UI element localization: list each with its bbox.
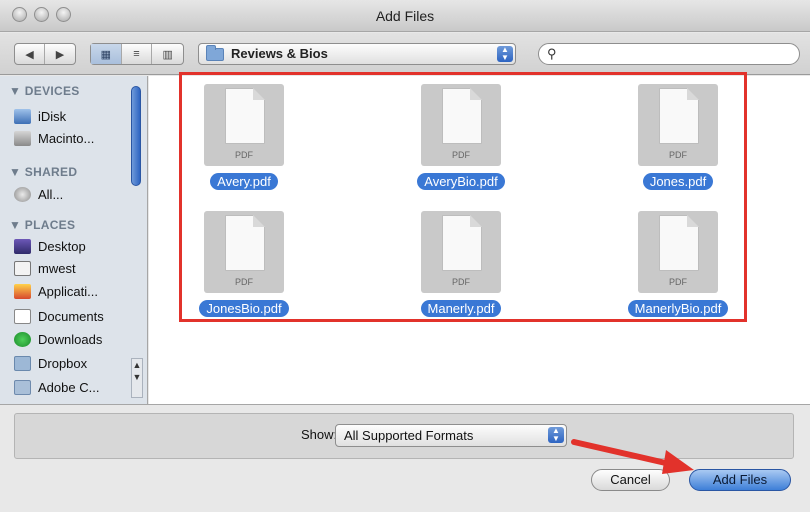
sidebar-section-shared[interactable]: ▼ SHARED (9, 165, 77, 179)
sidebar-item-idisk[interactable]: iDisk (14, 106, 66, 126)
search-icon: ⚲ (547, 46, 557, 61)
sidebar-item-label: Adobe C... (38, 379, 100, 395)
window-title: Add Files (375, 8, 435, 24)
navigation-buttons: ◀ ▶ (14, 43, 76, 65)
location-popup[interactable]: Reviews & Bios ▲ ▼ (198, 43, 516, 65)
sidebar-item-label: Dropbox (38, 355, 88, 371)
sidebar-item-dropbox[interactable]: Dropbox (14, 353, 87, 373)
sidebar-item-label: Documents (38, 308, 104, 324)
shared-network-icon (14, 186, 31, 202)
sidebar-item-label: Applicati... (38, 283, 98, 299)
applications-icon (14, 283, 31, 299)
icon-view-button[interactable]: ▦ (91, 44, 122, 64)
format-popup[interactable]: All Supported Formats ▲ ▼ (335, 424, 567, 447)
search-field[interactable]: ⚲ (538, 43, 800, 65)
documents-icon (14, 308, 31, 324)
sidebar-item-downloads[interactable]: Downloads (14, 329, 102, 349)
desktop-icon (14, 238, 31, 254)
forward-button[interactable]: ▶ (45, 44, 75, 64)
sidebar-item-documents[interactable]: Documents (14, 306, 104, 326)
downloads-icon (14, 331, 31, 347)
folder-icon (206, 45, 224, 61)
home-icon (14, 260, 31, 276)
sidebar-item-label: Desktop (38, 238, 86, 254)
back-button[interactable]: ◀ (15, 44, 45, 64)
selection-highlight-annotation (179, 72, 747, 322)
sidebar-item-label: mwest (38, 260, 76, 276)
column-view-button[interactable]: ▥ (152, 44, 183, 64)
format-popup-value: All Supported Formats (344, 428, 474, 443)
add-files-dialog: Add Files ◀ ▶ ▦ ≡ ▥ Reviews & Bios ▲ ▼ ⚲ … (0, 0, 810, 512)
sidebar-item-applications[interactable]: Applicati... (14, 281, 98, 301)
dropbox-icon (14, 355, 31, 371)
title-bar: Add Files (0, 0, 810, 32)
arrow-annotation-icon (571, 439, 694, 474)
sidebar-item-macintosh-hd[interactable]: Macinto... (14, 128, 94, 148)
sidebar-item-all-shared[interactable]: All... (14, 184, 63, 204)
sidebar-item-label: iDisk (38, 108, 67, 124)
show-label: Show: (301, 427, 338, 442)
toolbar: ◀ ▶ ▦ ≡ ▥ Reviews & Bios ▲ ▼ ⚲ (0, 33, 810, 75)
popup-stepper-icon: ▲ ▼ (548, 427, 564, 443)
add-files-button[interactable]: Add Files (689, 469, 791, 491)
sidebar-item-label: All... (38, 186, 64, 202)
sidebar: ▼ DEVICES iDisk Macinto... ▼ SHARED All.… (0, 76, 148, 404)
sidebar-item-adobe[interactable]: Adobe C... (14, 377, 99, 397)
sidebar-item-label: Downloads (38, 331, 103, 347)
sidebar-item-label: Macinto... (38, 130, 95, 146)
idisk-icon (14, 108, 31, 124)
popup-stepper-icon: ▲ ▼ (497, 46, 513, 62)
location-label: Reviews & Bios (231, 46, 328, 61)
sidebar-scroll-arrows[interactable]: ▲ ▼ (131, 358, 143, 398)
sidebar-item-desktop[interactable]: Desktop (14, 236, 86, 256)
sidebar-section-places[interactable]: ▼ PLACES (9, 218, 75, 232)
folder-icon (14, 379, 31, 395)
sidebar-section-devices[interactable]: ▼ DEVICES (9, 84, 80, 98)
sidebar-item-mwest[interactable]: mwest (14, 258, 76, 278)
hard-drive-icon (14, 130, 31, 146)
view-mode-buttons: ▦ ≡ ▥ (90, 43, 184, 65)
list-view-button[interactable]: ≡ (122, 44, 153, 64)
sidebar-scrollbar-thumb[interactable] (131, 86, 141, 186)
